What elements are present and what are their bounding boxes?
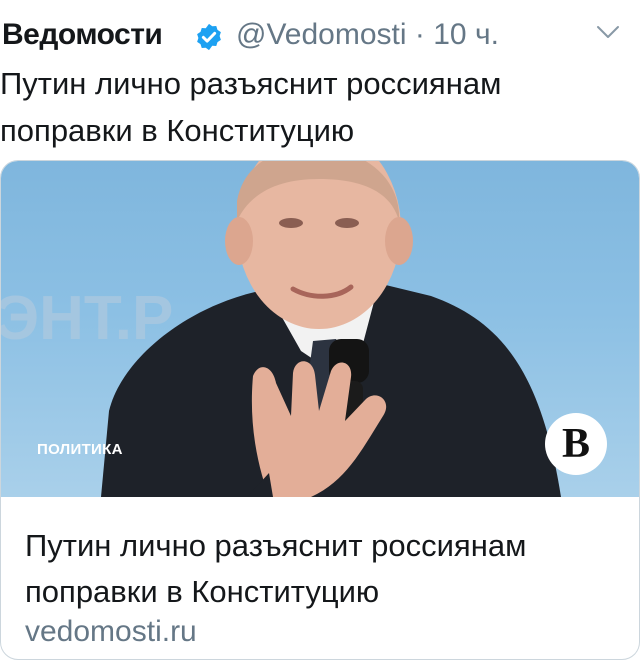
background-sign-text: ЭНТ.Р — [1, 284, 173, 353]
tweet-timestamp[interactable]: 10 ч. — [433, 18, 499, 51]
separator-dot: · — [414, 18, 425, 51]
category-label: ПОЛИТИКА — [37, 441, 123, 458]
handle-and-time: @Vedomosti · 10 ч. — [236, 18, 499, 52]
tweet-text: Путин лично разъяснит россиянам поправки… — [0, 66, 502, 148]
verified-badge-icon — [197, 23, 221, 51]
chevron-down-icon[interactable] — [596, 24, 620, 40]
card-title[interactable]: Путин лично разъяснит россиянам поправки… — [25, 523, 625, 615]
vedomosti-logo-icon: В — [545, 413, 607, 475]
card-domain[interactable]: vedomosti.ru — [25, 615, 197, 649]
author-handle[interactable]: @Vedomosti — [236, 18, 407, 51]
link-card[interactable]: ЭНТ.Р ПОЛИТИКА В Путин лично разъяснит р… — [0, 160, 640, 660]
tweet-header: Ведомости @Vedomosti · 10 ч. — [0, 12, 640, 56]
author-name[interactable]: Ведомости — [2, 18, 163, 52]
card-image: ЭНТ.Р ПОЛИТИКА В — [1, 161, 639, 497]
